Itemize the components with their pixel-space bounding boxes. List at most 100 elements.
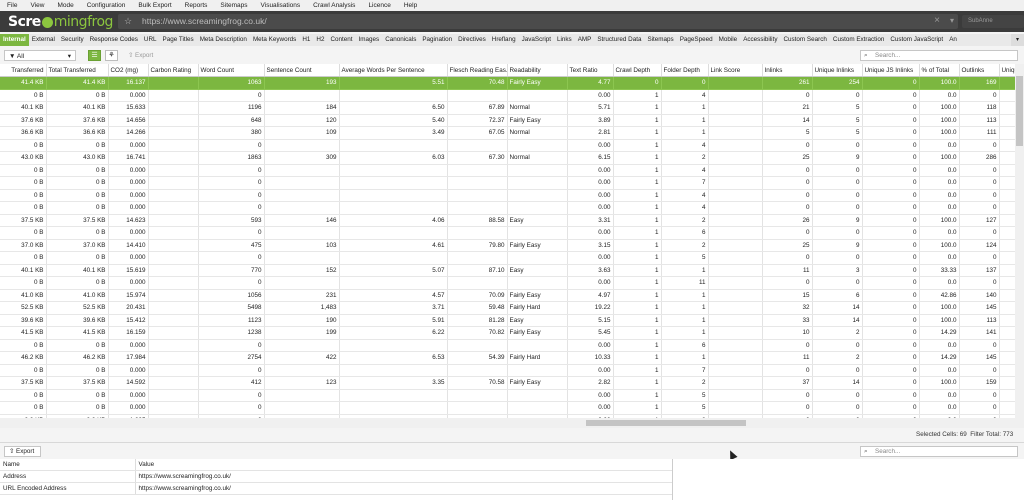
table-cell[interactable]: 79.80 [447,239,508,252]
table-cell[interactable]: 100.0 [919,314,960,327]
tab-page-titles[interactable]: Page Titles [160,34,197,46]
table-cell[interactable]: 1 [661,301,709,315]
table-cell[interactable]: 0 [862,139,920,152]
table-cell[interactable] [148,89,199,102]
table-cell[interactable]: 0 B [0,389,47,402]
table-cell[interactable] [999,101,1015,115]
table-cell[interactable] [148,201,199,215]
tab-directives[interactable]: Directives [455,34,489,46]
table-cell[interactable]: 0 [862,239,920,252]
table-cell[interactable] [999,364,1015,377]
table-cell[interactable] [708,364,763,377]
table-cell[interactable]: 0 [959,164,1000,177]
table-cell[interactable]: 100.0 [919,376,960,390]
table-cell[interactable]: 0.00 [567,276,614,290]
table-cell[interactable]: 0.0 [919,139,960,152]
table-cell[interactable]: 14.656 [108,114,149,127]
table-cell[interactable] [708,176,763,190]
table-cell[interactable] [148,139,199,152]
table-cell[interactable]: 0 [959,226,1000,240]
table-cell[interactable]: 70.82 [447,326,508,340]
table-cell[interactable] [339,401,448,415]
tab-content[interactable]: Content [327,34,355,46]
table-cell[interactable]: 103 [264,239,340,252]
table-cell[interactable]: 3.89 [567,114,614,127]
table-cell[interactable]: 20.431 [108,301,149,315]
table-cell[interactable]: 0 B [46,401,109,415]
table-cell[interactable] [507,201,568,215]
table-cell[interactable]: 1 [661,114,709,127]
tab-structured-data[interactable]: Structured Data [594,34,644,46]
table-cell[interactable]: 46.2 KB [46,351,109,365]
table-cell[interactable]: 169 [959,76,1000,90]
table-cell[interactable]: 36.6 KB [0,126,47,140]
detail-row[interactable]: URL Encoded Address https://www.screaming… [0,482,673,495]
table-cell[interactable]: 0 [812,276,863,290]
table-cell[interactable]: 0 [762,201,813,215]
table-cell[interactable]: 1 [613,389,662,402]
table-cell[interactable] [708,389,763,402]
table-cell[interactable]: 6.50 [339,101,448,115]
tree-view-button[interactable]: ⚘ [105,50,118,61]
table-cell[interactable]: 16.159 [108,326,149,340]
table-cell[interactable]: 190 [264,314,340,327]
table-cell[interactable]: 0 [862,164,920,177]
table-cell[interactable]: 123 [264,376,340,390]
table-row[interactable]: 0 B0 B0.00000.00150000.00 [0,401,1015,415]
table-cell[interactable]: 9 [812,151,863,165]
table-row[interactable]: 46.2 KB 46.2 KB 17.984 2754 422 6.53 54.39 Fair… [0,351,1015,365]
table-cell[interactable]: 21 [762,101,813,115]
table-cell[interactable] [708,76,763,90]
table-cell[interactable]: 0 [959,276,1000,290]
table-cell[interactable] [148,251,199,265]
table-cell[interactable] [148,301,199,315]
tab-sitemaps[interactable]: Sitemaps [644,34,676,46]
table-cell[interactable]: 0 [812,226,863,240]
table-cell[interactable]: 0.0 [919,89,960,102]
table-cell[interactable]: 15 [762,289,813,302]
scroll-thumb[interactable] [586,420,746,426]
table-cell[interactable]: 1 [613,364,662,377]
table-cell[interactable] [148,376,199,390]
scroll-thumb[interactable] [1016,76,1023,146]
table-cell[interactable]: 0 [198,139,265,152]
table-cell[interactable] [999,126,1015,140]
column-header[interactable]: Sentence Count [264,64,340,77]
table-cell[interactable]: 140 [959,289,1000,302]
table-cell[interactable] [264,189,340,202]
tab-h2[interactable]: H2 [313,34,327,46]
table-cell[interactable]: 100.0 [919,76,960,90]
table-cell[interactable]: 9 [812,214,863,227]
table-cell[interactable]: 15.633 [108,101,149,115]
table-cell[interactable]: 67.30 [447,151,508,165]
table-cell[interactable]: 0 B [0,251,47,265]
clear-icon[interactable]: × [934,15,940,26]
table-cell[interactable] [708,251,763,265]
table-row[interactable]: 41.0 KB 41.0 KB 15.974 1056 231 4.57 70.09 Fair… [0,289,1015,302]
table-cell[interactable]: 4 [661,89,709,102]
table-cell[interactable] [999,76,1015,90]
table-cell[interactable] [148,364,199,377]
table-cell[interactable]: 5.40 [339,114,448,127]
table-cell[interactable]: 0 B [46,139,109,152]
table-cell[interactable]: 7 [661,176,709,190]
table-cell[interactable]: 193 [264,76,340,90]
column-header[interactable]: Text Ratio [567,64,614,77]
menu-item[interactable]: Mode [50,2,79,9]
table-cell[interactable]: 0 B [0,364,47,377]
table-cell[interactable]: 0 [198,164,265,177]
table-cell[interactable]: 5 [762,126,813,140]
table-cell[interactable]: 1 [613,139,662,152]
menu-item[interactable]: Licence [361,2,396,9]
table-cell[interactable]: 43.0 KB [46,151,109,165]
table-cell[interactable]: 0 [812,364,863,377]
table-cell[interactable]: 0 [762,251,813,265]
table-cell[interactable]: 0 [762,339,813,352]
table-cell[interactable] [447,139,508,152]
table-cell[interactable] [507,164,568,177]
table-cell[interactable]: 81.28 [447,314,508,327]
table-cell[interactable] [339,339,448,352]
table-cell[interactable]: 100.0 [919,101,960,115]
table-cell[interactable] [999,376,1015,390]
table-cell[interactable]: 1 [613,201,662,215]
